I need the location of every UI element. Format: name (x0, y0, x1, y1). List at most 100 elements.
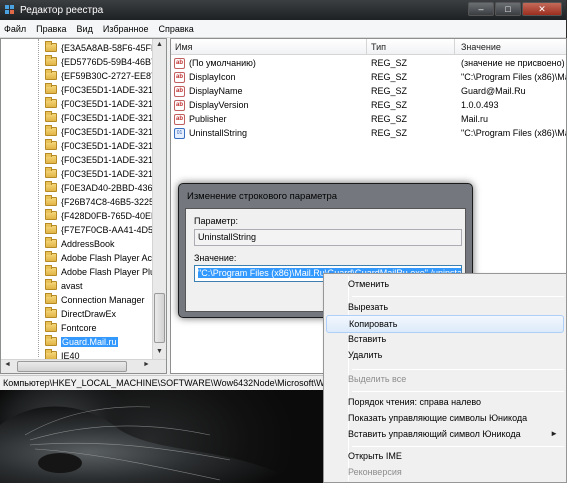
scroll-down-arrow-icon[interactable]: ▼ (156, 348, 163, 355)
folder-icon (45, 307, 57, 318)
folder-icon (45, 335, 57, 346)
tree-vertical-scroll-thumb[interactable] (154, 293, 165, 343)
folder-icon (45, 97, 57, 108)
menu-help[interactable]: Справка (158, 24, 193, 34)
menu-favorites[interactable]: Избранное (103, 24, 149, 34)
folder-icon (45, 69, 57, 80)
title-bar[interactable]: Редактор реестра – □ ✕ (0, 0, 566, 20)
folder-icon (45, 293, 57, 304)
tree-item[interactable]: {F0C3E5D1-1ADE-321E (45, 83, 159, 96)
folder-icon (45, 55, 57, 66)
value-label: Значение: (194, 253, 237, 263)
string-value-icon: ab (174, 114, 185, 125)
folder-icon (45, 321, 57, 332)
tree-vertical-scrollbar[interactable]: ▲ ▼ (152, 39, 166, 359)
binary-value-icon: 01 (174, 128, 185, 139)
folder-icon (45, 209, 57, 220)
folder-icon (45, 195, 57, 206)
tree-item[interactable]: AddressBook (45, 237, 115, 250)
tree-item[interactable]: {F7E7F0CB-AA41-4D5A (45, 223, 159, 236)
table-row[interactable]: ab Publisher REG_SZ Mail.ru (171, 113, 566, 126)
tree-item[interactable]: Adobe Flash Player Act (45, 251, 155, 264)
regedit-app-icon (5, 5, 14, 14)
folder-icon (45, 181, 57, 192)
menu-file[interactable]: Файл (4, 24, 26, 34)
table-row[interactable]: ab DisplayIcon REG_SZ "C:\Program Files … (171, 71, 566, 84)
menu-item-select-all[interactable]: Выделить все (326, 371, 564, 389)
scroll-left-arrow-icon[interactable]: ◄ (4, 361, 11, 368)
folder-icon (45, 125, 57, 136)
menu-edit[interactable]: Правка (36, 24, 66, 34)
tree-item[interactable]: {F428D0FB-765D-40EB- (45, 209, 160, 222)
tree-item[interactable]: avast (45, 279, 83, 292)
folder-icon (45, 83, 57, 94)
string-value-icon: ab (174, 86, 185, 97)
minimize-button[interactable]: – (468, 2, 494, 16)
scroll-right-arrow-icon[interactable]: ► (143, 361, 150, 368)
folder-icon (45, 265, 57, 276)
tree-item[interactable]: {F0C3E5D1-1ADE-321E (45, 139, 159, 152)
table-row[interactable]: 01 UninstallString REG_SZ "C:\Program Fi… (171, 127, 566, 140)
menu-view[interactable]: Вид (77, 24, 93, 34)
menu-bar: Файл Правка Вид Избранное Справка (0, 20, 566, 38)
tree-connector-line (38, 39, 39, 357)
string-value-icon: ab (174, 58, 185, 69)
maximize-button[interactable]: □ (495, 2, 521, 16)
tree-item[interactable]: {F0C3E5D1-1ADE-321E (45, 97, 159, 110)
tree-item[interactable]: DirectDrawEx (45, 307, 116, 320)
folder-icon (45, 167, 57, 178)
menu-separator (352, 391, 564, 392)
folder-icon (45, 153, 57, 164)
menu-separator (352, 369, 564, 370)
menu-item-delete[interactable]: Удалить (326, 347, 564, 365)
table-row[interactable]: ab DisplayVersion REG_SZ 1.0.0.493 (171, 99, 566, 112)
tree-item[interactable]: {F0C3E5D1-1ADE-321E (45, 111, 159, 124)
column-header-value[interactable]: Значение (461, 42, 501, 52)
tree-item[interactable]: Connection Manager (45, 293, 145, 306)
tree-horizontal-scroll-thumb[interactable] (17, 361, 127, 372)
folder-icon (45, 223, 57, 234)
tree-item[interactable]: {ED5776D5-59B4-46B7- (45, 55, 159, 68)
window-title: Редактор реестра (20, 4, 104, 16)
folder-icon (45, 279, 57, 290)
tree-horizontal-scrollbar[interactable]: ◄ ► (1, 359, 166, 373)
tree-item[interactable]: {F0E3AD40-2BBD-4360- (45, 181, 161, 194)
folder-icon (45, 111, 57, 122)
folder-icon (45, 139, 57, 150)
submenu-arrow-icon: ► (550, 429, 558, 438)
close-button[interactable]: ✕ (522, 2, 562, 16)
column-header-type[interactable]: Тип (371, 42, 386, 52)
folder-icon (45, 251, 57, 262)
table-row[interactable]: ab DisplayName REG_SZ Guard@Mail.Ru (171, 85, 566, 98)
tree-item[interactable]: {F0C3E5D1-1ADE-321E (45, 153, 159, 166)
table-row[interactable]: ab (По умолчанию) REG_SZ (значение не пр… (171, 57, 566, 70)
folder-icon (45, 41, 57, 52)
menu-separator (352, 296, 564, 297)
parameter-name-field: UninstallString (194, 229, 462, 246)
string-value-icon: ab (174, 100, 185, 111)
tree-item[interactable]: Adobe Flash Player Plu (45, 265, 155, 278)
menu-item-reconversion[interactable]: Реконверсия (326, 464, 564, 482)
column-header-name[interactable]: Имя (175, 42, 193, 52)
tree-item-guard-mail-ru[interactable]: Guard.Mail.ru (45, 335, 118, 348)
tree-item[interactable]: {F0C3E5D1-1ADE-321E (45, 125, 159, 138)
registry-tree-pane[interactable]: {E3A5A8AB-58F6-45FF- {ED5776D5-59B4-46B7… (0, 38, 167, 374)
parameter-label: Параметр: (194, 216, 239, 226)
tree-item[interactable]: {E3A5A8AB-58F6-45FF- (45, 41, 160, 54)
column-separator[interactable] (454, 39, 455, 55)
column-separator[interactable] (366, 39, 367, 55)
menu-separator (352, 446, 564, 447)
list-header: Имя Тип Значение (171, 39, 566, 55)
tree-item[interactable]: Fontcore (45, 321, 97, 334)
tree-item[interactable]: {F26B74C8-46B5-3225- (45, 195, 157, 208)
tree-item[interactable]: {F0C3E5D1-1ADE-321E (45, 167, 159, 180)
tree-item[interactable]: {EF59B30C-2727-EE87- (45, 69, 159, 82)
menu-item-insert-unicode-control-char[interactable]: Вставить управляющий символ Юникода ► (326, 426, 564, 444)
folder-icon (45, 237, 57, 248)
string-value-icon: ab (174, 72, 185, 83)
dialog-title[interactable]: Изменение строкового параметра (187, 191, 337, 202)
menu-item-undo[interactable]: Отменить (326, 276, 564, 294)
scroll-up-arrow-icon[interactable]: ▲ (156, 41, 163, 48)
cat-wallpaper-image (0, 406, 300, 483)
context-menu: Отменить Вырезать Копировать Вставить Уд… (323, 273, 567, 483)
